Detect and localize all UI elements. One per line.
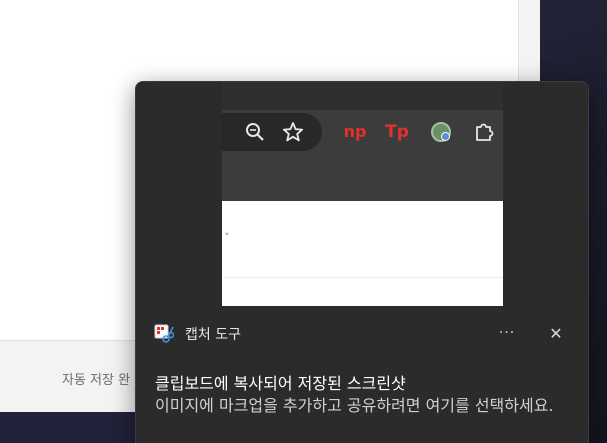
autosave-status: 자동 저장 완 bbox=[62, 373, 131, 388]
screenshot-preview[interactable]: np Tp ˅ bbox=[222, 82, 503, 306]
snipping-tool-notification[interactable]: np Tp ˅ 캡처 도구 ··· ✕ 클립보드에 복사되어 저장된 스크린샷 … bbox=[135, 81, 589, 443]
snipping-tool-icon bbox=[154, 324, 175, 344]
more-options-button[interactable]: ··· bbox=[491, 320, 523, 348]
notification-body: 이미지에 마크업을 추가하고 공유하려면 여기를 선택하세요. bbox=[155, 396, 554, 415]
extension-badge bbox=[441, 132, 450, 141]
preview-tab-strip bbox=[222, 82, 503, 110]
notification-title: 클립보드에 복사되어 저장된 스크린샷 bbox=[155, 374, 406, 393]
green-extension-icon bbox=[431, 122, 451, 142]
notification-header: 캡처 도구 ··· ✕ bbox=[136, 318, 588, 352]
preview-divider bbox=[222, 277, 503, 278]
notification-app-name: 캡처 도구 bbox=[185, 327, 241, 343]
puzzle-extensions-icon bbox=[472, 121, 496, 143]
preview-browser-toolbar: np Tp bbox=[222, 82, 503, 201]
preview-address-bar bbox=[222, 113, 322, 151]
zoom-icon bbox=[244, 121, 266, 143]
chevron-down-icon: ˅ bbox=[224, 231, 230, 244]
close-notification-button[interactable]: ✕ bbox=[540, 320, 572, 348]
bookmark-star-icon bbox=[282, 121, 304, 143]
np-extension-icon: np bbox=[343, 122, 367, 141]
tp-extension-icon: Tp bbox=[385, 122, 409, 142]
preview-page-content: ˅ bbox=[222, 201, 503, 306]
